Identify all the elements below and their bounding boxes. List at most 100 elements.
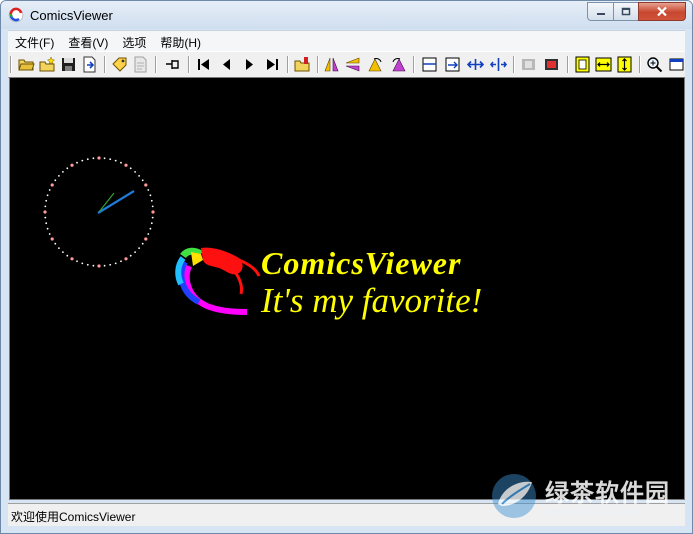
splash-tagline: It's my favorite!	[261, 281, 483, 320]
first-page-button[interactable]	[195, 56, 212, 73]
clock-dot	[109, 158, 112, 161]
clock-minute-hand	[98, 192, 115, 213]
film-gray-icon	[522, 59, 535, 70]
last-page-button[interactable]	[264, 56, 281, 73]
clock-dot	[124, 163, 128, 167]
minimize-icon	[596, 12, 605, 15]
close-icon	[657, 6, 667, 17]
clock-dot	[70, 257, 74, 261]
double-page-button[interactable]	[444, 56, 461, 73]
clock-dot	[109, 263, 112, 266]
horizontal-arrows-icon	[467, 59, 484, 70]
clock-dot	[50, 183, 54, 187]
clock-dot	[103, 264, 106, 267]
clock-dot	[66, 254, 69, 257]
export-button[interactable]	[81, 56, 98, 73]
bookmark-folder-button[interactable]	[294, 56, 311, 73]
status-text: 欢迎使用ComicsViewer	[11, 510, 136, 524]
clock-dot	[151, 210, 155, 214]
site-watermark: 绿茶软件园 www.33LC.com	[488, 470, 688, 526]
split-view-button[interactable]	[490, 56, 507, 73]
toolbar	[8, 51, 685, 78]
clock-dot	[48, 233, 51, 235]
flip-horizontal-button[interactable]	[323, 56, 340, 73]
open-folder-button[interactable]	[18, 56, 35, 73]
properties-button-disabled[interactable]	[132, 56, 149, 73]
document-gray-icon	[134, 56, 147, 73]
clock-dot	[81, 159, 84, 162]
watermark-chinese-text: 绿茶软件园	[545, 480, 670, 507]
clock-dot	[134, 251, 136, 254]
toolbar-separator	[188, 56, 190, 73]
fit-width-button[interactable]	[595, 56, 612, 73]
maximize-icon	[621, 7, 631, 16]
menu-bar: 文件(F) 查看(V) 选项 帮助(H)	[8, 30, 685, 51]
comics-viewer-logo-icon	[175, 247, 261, 315]
toolbar-separator	[155, 56, 157, 73]
next-page-button[interactable]	[241, 56, 258, 73]
floppy-disk-icon	[62, 58, 75, 71]
picture-red-icon	[545, 59, 558, 70]
arrow-right-icon	[246, 59, 253, 70]
title-bar[interactable]: ComicsViewer	[1, 1, 692, 29]
page-layout-icon	[422, 57, 437, 72]
clock-dot	[151, 205, 154, 208]
clock-dot	[43, 210, 47, 214]
clock-dot	[66, 167, 69, 170]
rotate-right-button[interactable]	[390, 56, 407, 73]
previous-page-button[interactable]	[218, 56, 235, 73]
save-button[interactable]	[60, 56, 77, 73]
favorites-button[interactable]	[111, 56, 128, 73]
clock-dot	[92, 264, 95, 267]
comics-viewer-app-icon	[8, 7, 24, 23]
flip-vertical-button[interactable]	[344, 56, 361, 73]
menu-help[interactable]: 帮助(H)	[153, 31, 208, 51]
clock-dot	[44, 205, 47, 208]
clock-dot	[150, 222, 153, 225]
rotate-left-button[interactable]	[367, 56, 384, 73]
slideshow-button-disabled[interactable]	[520, 56, 537, 73]
maximize-button[interactable]	[613, 2, 639, 21]
split-arrows-icon	[490, 58, 507, 71]
skip-first-icon	[198, 59, 209, 70]
splash-brand-text: ComicsViewer	[261, 245, 462, 281]
clock-dot	[50, 237, 54, 241]
clock-dot	[62, 251, 64, 254]
menu-file[interactable]: 文件(F)	[8, 31, 61, 51]
clock-dot	[120, 161, 122, 164]
actual-size-button[interactable]	[574, 56, 591, 73]
clock-dot	[151, 216, 154, 219]
clock-dot	[150, 199, 153, 202]
image-viewport[interactable]: ComicsViewer It's my favorite!	[9, 77, 685, 500]
clock-dot	[46, 194, 49, 197]
image-info-button[interactable]	[543, 56, 560, 73]
rotate-left-icon	[368, 58, 382, 72]
clock-dot	[141, 179, 144, 182]
toolbar-separator	[513, 56, 515, 73]
menu-options[interactable]: 选项	[115, 31, 153, 51]
toolbar-separator	[567, 56, 569, 73]
pin-button[interactable]	[164, 56, 181, 73]
arrow-left-icon	[223, 59, 230, 70]
zoom-in-button[interactable]	[646, 56, 663, 73]
close-button[interactable]	[638, 2, 686, 21]
fit-width-arrows-button[interactable]	[467, 56, 484, 73]
clock-dot	[44, 216, 47, 219]
new-folder-button[interactable]	[39, 56, 56, 73]
rotate-right-icon	[392, 58, 406, 72]
toolbar-separator	[104, 56, 106, 73]
clock-dot	[144, 183, 148, 187]
watermark-url: www.33LC.com	[545, 504, 641, 518]
fit-height-button[interactable]	[616, 56, 633, 73]
clock-dot	[129, 167, 132, 170]
clock-dot	[138, 247, 141, 250]
menu-view[interactable]: 查看(V)	[61, 31, 115, 51]
clock-dot	[147, 233, 150, 235]
clock-dot	[138, 175, 141, 177]
pin-icon	[166, 60, 179, 69]
window-mode-button[interactable]	[668, 56, 685, 73]
single-page-button[interactable]	[421, 56, 438, 73]
clock-dot	[86, 263, 89, 266]
fit-width-icon	[595, 57, 612, 72]
minimize-button[interactable]	[587, 2, 614, 21]
